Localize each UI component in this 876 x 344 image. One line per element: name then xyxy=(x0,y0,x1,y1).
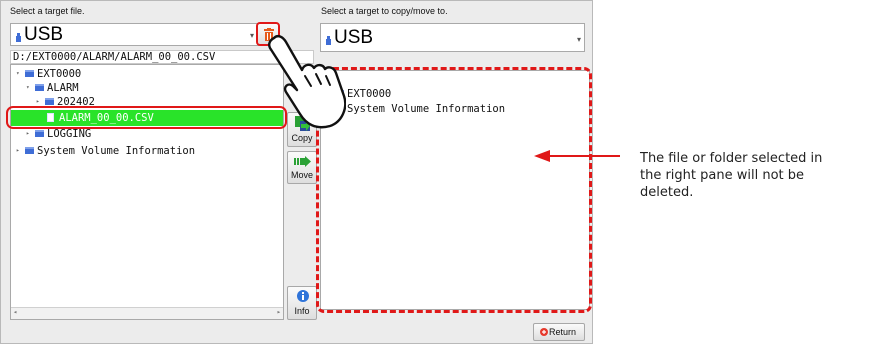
left-drive-select[interactable]: USB ▾ xyxy=(10,23,260,46)
tree-item-ext0000[interactable]: ▾ EXT0000 xyxy=(11,68,281,80)
folder-icon xyxy=(25,70,34,77)
scroll-right-icon: ▸ xyxy=(276,308,281,316)
info-icon xyxy=(297,290,309,302)
copy-label: Copy xyxy=(291,133,313,143)
return-button[interactable]: Return xyxy=(533,323,585,341)
left-drive-value: USB xyxy=(24,24,64,45)
right-drive-select[interactable]: USB ▾ xyxy=(320,23,585,52)
right-pane-dashed-highlight xyxy=(316,67,592,313)
folder-icon xyxy=(35,130,44,137)
left-tree[interactable]: ▾ EXT0000 ▾ ALARM ▸ 202402 ALARM_00_00.C… xyxy=(10,64,284,320)
hand-pointer-icon xyxy=(268,34,346,129)
folder-icon xyxy=(35,84,44,91)
tree-item-label: EXT0000 xyxy=(37,68,82,80)
expand-icon: ▾ xyxy=(16,70,20,77)
left-pane-label: Select a target file. xyxy=(10,6,85,16)
horizontal-scrollbar[interactable]: ◂ ▸ xyxy=(11,307,283,319)
annotation-note: The file or folder selected in the right… xyxy=(640,150,876,201)
tree-item-label: LOGGING xyxy=(47,128,92,140)
move-icon xyxy=(294,156,311,167)
tree-item-system-volume[interactable]: ▸ System Volume Information xyxy=(11,145,281,157)
return-label: Return xyxy=(549,327,577,337)
annotation-line-3: deleted. xyxy=(640,185,694,200)
selection-highlight xyxy=(6,106,287,129)
tree-item-alarm[interactable]: ▾ ALARM xyxy=(11,82,281,94)
move-button[interactable]: Move xyxy=(287,151,317,184)
annotation-arrow-line xyxy=(548,155,620,157)
tree-item-logging[interactable]: ▸ LOGGING xyxy=(11,128,281,140)
chevron-down-icon: ▾ xyxy=(250,31,255,40)
move-label: Move xyxy=(290,170,313,180)
return-icon xyxy=(540,328,548,336)
annotation-line-1: The file or folder selected in xyxy=(640,151,823,166)
scroll-left-icon: ◂ xyxy=(13,308,18,316)
tree-item-label: ALARM xyxy=(47,82,79,94)
info-label: Info xyxy=(294,306,310,316)
annotation-line-2: the right pane will not be xyxy=(640,168,805,183)
annotation-arrow-head xyxy=(534,150,550,162)
usb-icon xyxy=(16,33,21,42)
collapse-icon: ▸ xyxy=(26,130,30,137)
collapse-icon: ▸ xyxy=(16,147,20,154)
expand-icon: ▾ xyxy=(26,84,30,91)
chevron-down-icon: ▾ xyxy=(577,35,582,44)
folder-icon xyxy=(45,98,54,105)
info-button[interactable]: Info xyxy=(287,286,317,320)
folder-icon xyxy=(25,147,34,154)
right-pane-label: Select a target to copy/move to. xyxy=(321,6,448,16)
tree-item-label: System Volume Information xyxy=(37,145,196,157)
